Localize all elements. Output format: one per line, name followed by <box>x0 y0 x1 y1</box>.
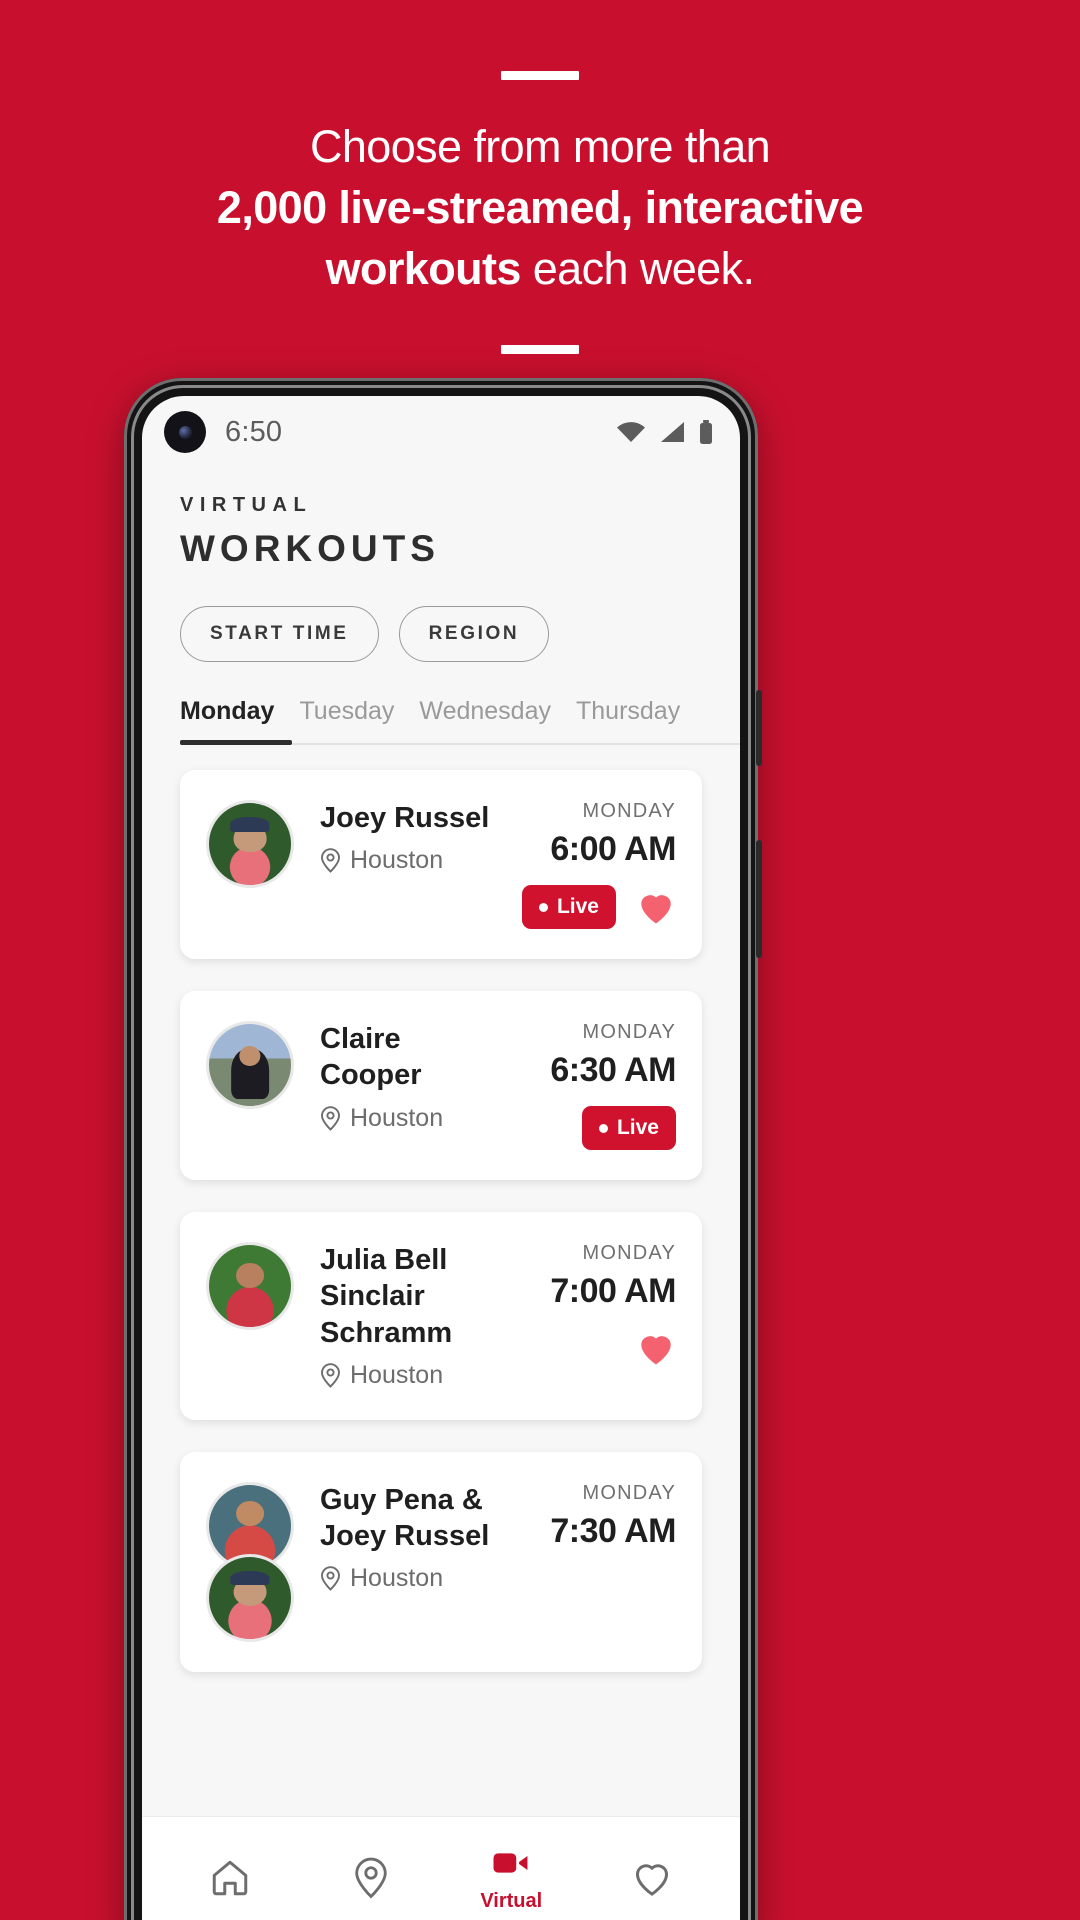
live-badge[interactable]: Live <box>521 885 616 929</box>
nav-home[interactable] <box>160 1857 301 1899</box>
tab-wednesday[interactable]: Wednesday <box>419 697 576 745</box>
avatar-group <box>206 1021 294 1109</box>
location-pin-icon <box>355 1857 387 1898</box>
workout-info: Guy Pena & Joey Russel Houston <box>294 1482 500 1594</box>
workout-day: MONDAY <box>582 1021 676 1043</box>
divider-top <box>501 71 579 80</box>
promo-line-3-bold: workouts <box>325 243 522 295</box>
workout-info: Julia Bell Sinclair Schramm Houston <box>294 1242 500 1390</box>
nav-virtual[interactable]: Virtual <box>441 1842 582 1913</box>
divider-bottom <box>501 345 579 355</box>
favorite-heart-icon[interactable] <box>636 889 676 925</box>
day-tabs: Monday Tuesday Wednesday Thursday <box>142 662 740 745</box>
avatar-group <box>206 1481 294 1642</box>
video-camera-icon <box>493 1853 528 1873</box>
wifi-icon <box>617 422 645 442</box>
workout-card[interactable]: Joey Russel Houston MONDAY 6:00 AM Live <box>180 770 702 959</box>
promo-headline: Choose from more than 2,000 live-streame… <box>0 118 1080 297</box>
avatar-group <box>206 800 294 888</box>
live-label: Live <box>556 895 599 918</box>
workout-time: 7:30 AM <box>550 1511 676 1550</box>
status-clock: 6:50 <box>225 415 283 448</box>
workout-day: MONDAY <box>582 800 676 822</box>
avatar <box>206 1553 294 1642</box>
promo-line-2-bold: 2,000 live-streamed, interactive <box>216 182 864 234</box>
bottom-navigation: Virtual <box>142 1816 740 1920</box>
location: Houston <box>320 1361 492 1390</box>
home-icon <box>213 1860 248 1895</box>
volume-button[interactable] <box>756 840 762 958</box>
location-label: Houston <box>350 1564 444 1593</box>
cellular-signal-icon <box>661 422 684 442</box>
status-bar: 6:50 <box>142 396 740 468</box>
promo-line-2: 2,000 live-streamed, interactive <box>0 179 1080 236</box>
live-dot-icon <box>598 1123 608 1133</box>
location-pin-icon <box>321 1566 340 1592</box>
location-label: Houston <box>350 846 444 875</box>
app-header: VIRTUAL WORKOUTS <box>142 468 740 570</box>
workout-list: Joey Russel Houston MONDAY 6:00 AM Live <box>142 745 740 1672</box>
coach-name: Julia Bell Sinclair Schramm <box>320 1244 453 1349</box>
workout-info: Joey Russel Houston <box>294 800 500 875</box>
workout-card[interactable]: Claire Cooper Houston MONDAY 6:30 AM Liv… <box>180 991 702 1180</box>
front-camera-icon <box>164 411 206 453</box>
power-button[interactable] <box>756 690 762 766</box>
nav-locations[interactable] <box>301 1857 442 1899</box>
workout-time: 7:00 AM <box>550 1272 676 1310</box>
promo-line-3-rest: each week. <box>520 243 755 295</box>
location: Houston <box>320 1104 492 1133</box>
favorite-heart-icon[interactable] <box>636 1330 676 1366</box>
location: Houston <box>320 1564 492 1593</box>
promo-line-3: workouts each week. <box>0 240 1080 297</box>
location-pin-icon <box>321 1105 340 1131</box>
filter-bar: START TIME REGION <box>142 570 740 662</box>
nav-virtual-label: Virtual <box>480 1890 543 1912</box>
workout-badges: Live <box>500 885 676 929</box>
filter-start-time-button[interactable]: START TIME <box>180 606 379 662</box>
heart-outline-icon <box>635 1863 668 1896</box>
location-label: Houston <box>350 1360 444 1389</box>
filter-region-button[interactable]: REGION <box>398 606 550 662</box>
workout-day: MONDAY <box>582 1481 676 1504</box>
page-title: WORKOUTS <box>180 528 440 569</box>
live-badge[interactable]: Live <box>581 1106 676 1150</box>
workout-card[interactable]: Guy Pena & Joey Russel Houston MONDAY 7:… <box>180 1451 702 1672</box>
coach-name: Claire Cooper <box>320 1023 422 1092</box>
coach-name: Joey Russel <box>320 802 490 834</box>
tab-thursday[interactable]: Thursday <box>576 697 705 745</box>
workout-info: Claire Cooper Houston <box>294 1021 500 1133</box>
live-dot-icon <box>538 902 548 912</box>
location: Houston <box>320 846 492 875</box>
nav-favorites[interactable] <box>582 1858 723 1898</box>
promo-line-1: Choose from more than <box>309 121 771 172</box>
workout-badges <box>500 1327 676 1369</box>
avatar <box>206 1021 294 1109</box>
workout-card[interactable]: Julia Bell Sinclair Schramm Houston MOND… <box>180 1212 702 1420</box>
header-eyebrow: VIRTUAL <box>180 494 313 516</box>
workout-schedule: MONDAY 7:30 AM <box>500 1482 676 1551</box>
workout-badges: Live <box>500 1106 676 1150</box>
workout-time: 6:00 AM <box>550 830 676 868</box>
avatar <box>206 800 294 888</box>
workout-schedule: MONDAY 6:00 AM Live <box>500 800 677 929</box>
battery-icon <box>700 420 712 444</box>
tabs-active-indicator <box>180 740 292 745</box>
workout-day: MONDAY <box>582 1242 676 1264</box>
workout-schedule: MONDAY 7:00 AM <box>500 1242 677 1369</box>
avatar <box>206 1242 294 1330</box>
phone-mockup: 6:50 VIRTUAL WORKOUTS START TIME REGION … <box>124 378 762 1920</box>
workout-schedule: MONDAY 6:30 AM Live <box>500 1021 677 1150</box>
avatar-group <box>206 1242 294 1330</box>
location-label: Houston <box>350 1103 444 1132</box>
tab-monday[interactable]: Monday <box>180 697 299 745</box>
phone-screen: 6:50 VIRTUAL WORKOUTS START TIME REGION … <box>142 396 740 1920</box>
tab-tuesday[interactable]: Tuesday <box>299 697 419 745</box>
promo-banner: Choose from more than 2,000 live-streame… <box>0 0 1080 355</box>
status-icon-group <box>616 420 714 444</box>
workout-time: 6:30 AM <box>550 1051 676 1089</box>
location-pin-icon <box>321 1363 340 1388</box>
live-label: Live <box>616 1116 659 1139</box>
location-pin-icon <box>321 848 340 874</box>
coach-name: Guy Pena & Joey Russel <box>320 1483 490 1552</box>
